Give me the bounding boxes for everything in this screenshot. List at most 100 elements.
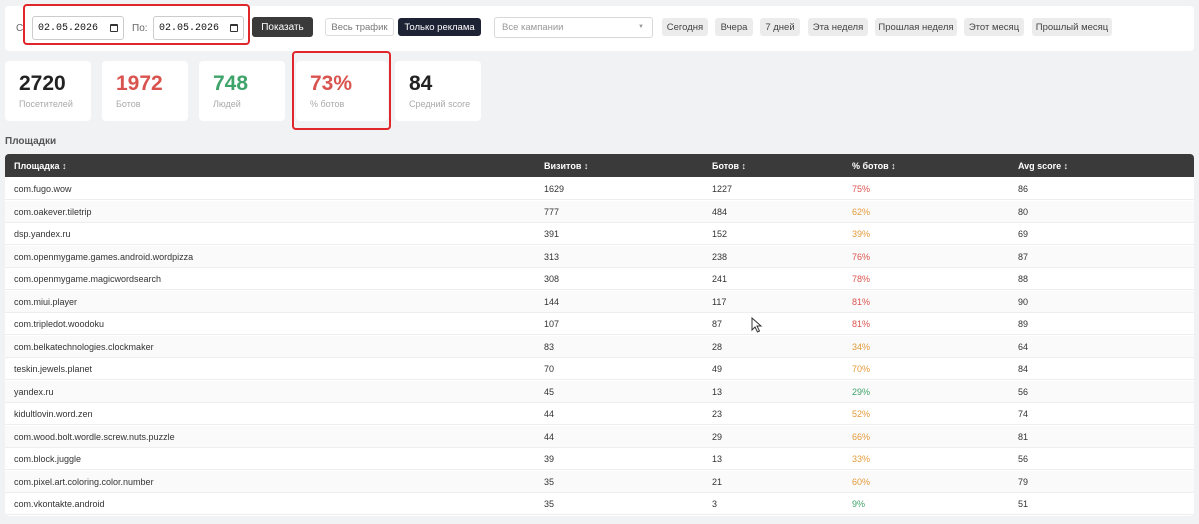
quick-today-button[interactable]: Сегодня: [662, 18, 708, 36]
from-label: С: [16, 23, 24, 34]
cell-bot-percent: 60%: [852, 476, 871, 487]
quick-this-week-button[interactable]: Эта неделя: [808, 18, 868, 36]
stat-card-humans: 748 Людей: [199, 61, 285, 121]
cell-site: dsp.yandex.ru: [14, 229, 71, 239]
stat-label: Посетителей: [19, 99, 73, 109]
from-date-value: 02.05.2026: [38, 22, 99, 34]
to-date-value: 02.05.2026: [159, 22, 220, 34]
stat-value: 84: [409, 72, 433, 95]
column-header-site[interactable]: Площадка ↕: [14, 161, 67, 171]
cell-avg-score: 56: [1018, 386, 1029, 397]
cell-bot-percent: 66%: [852, 431, 871, 442]
cell-bots: 23: [712, 409, 723, 419]
cell-site: yandex.ru: [14, 386, 54, 397]
cell-avg-score: 64: [1018, 341, 1029, 352]
stat-label: Людей: [213, 99, 241, 109]
stat-card-visitors: 2720 Посетителей: [5, 61, 91, 121]
quick-7days-button[interactable]: 7 дней: [760, 18, 800, 36]
calendar-icon[interactable]: [230, 24, 238, 32]
stat-card-bots: 1972 Ботов: [102, 61, 188, 121]
cell-site: com.belkatechnologies.clockmaker: [14, 341, 154, 352]
cell-bot-percent: 76%: [852, 251, 871, 262]
cell-visits: 35: [544, 476, 555, 487]
stat-value: 2720: [19, 72, 66, 95]
cell-site: com.block.juggle: [14, 454, 82, 464]
table-row[interactable]: com.fugo.wow 1629 1227 75% 86: [5, 178, 1194, 200]
cell-site: com.pixel.art.coloring.color.number: [14, 476, 154, 487]
cell-visits: 45: [544, 386, 555, 397]
quick-last-month-button[interactable]: Прошлый месяц: [1032, 18, 1112, 36]
cell-visits: 107: [544, 319, 560, 329]
cell-bot-percent: 81%: [852, 319, 871, 329]
table-row[interactable]: com.openmygame.games.android.wordpizza 31…: [5, 245, 1194, 268]
calendar-icon[interactable]: [110, 24, 118, 32]
cell-bots: 152: [712, 229, 728, 239]
cell-visits: 44: [544, 409, 555, 419]
cell-visits: 83: [544, 341, 555, 352]
campaign-select[interactable]: Все кампании ▼: [494, 17, 653, 38]
stat-card-bot-percent: 73% % ботов: [296, 61, 388, 121]
quick-last-week-button[interactable]: Прошлая неделя: [875, 18, 957, 36]
cell-avg-score: 69: [1018, 229, 1029, 239]
table-row[interactable]: com.tripledot.woodoku 107 87 81% 89: [5, 313, 1194, 335]
filter-toolbar: С 02.05.2026 По: 02.05.2026 Показать Вес…: [5, 6, 1194, 51]
table-row[interactable]: com.wood.bolt.wordle.screw.nuts.puzzle 44…: [5, 425, 1194, 448]
cell-avg-score: 86: [1018, 184, 1029, 194]
stat-label: Ботов: [116, 99, 141, 109]
cell-bots: 1227: [712, 184, 733, 194]
cell-visits: 70: [544, 364, 555, 374]
table-row[interactable]: com.vkontakte.android 35 3 9% 51: [5, 493, 1194, 515]
column-header-bots[interactable]: Ботов ↕: [712, 161, 746, 171]
cell-bot-percent: 75%: [852, 184, 871, 194]
table-header: Площадка ↕ Визитов ↕ Ботов ↕ % ботов ↕ A…: [5, 154, 1194, 177]
cell-visits: 39: [544, 454, 555, 464]
cell-bot-percent: 70%: [852, 364, 871, 374]
cell-avg-score: 56: [1018, 454, 1029, 464]
cell-avg-score: 74: [1018, 409, 1029, 419]
table-row[interactable]: kidultlovin.word.zen 44 23 52% 74: [5, 403, 1194, 425]
placements-table: Площадка ↕ Визитов ↕ Ботов ↕ % ботов ↕ A…: [5, 154, 1194, 516]
cell-site: com.vkontakte.android: [14, 499, 105, 509]
table-row[interactable]: com.miui.player 144 117 81% 90: [5, 290, 1194, 313]
table-row[interactable]: com.belkatechnologies.clockmaker 83 28 34% 6…: [5, 335, 1194, 358]
show-button[interactable]: Показать: [252, 17, 313, 37]
column-header-bot-percent[interactable]: % ботов ↕: [852, 161, 896, 171]
table-row[interactable]: teskin.jewels.planet 70 49 70% 84: [5, 358, 1194, 380]
section-title: Площадки: [5, 136, 57, 147]
table-row[interactable]: com.block.juggle 39 13 33% 56: [5, 448, 1194, 470]
cell-bots: 13: [712, 454, 723, 464]
cell-site: com.tripledot.woodoku: [14, 319, 105, 329]
cell-bots: 87: [712, 319, 723, 329]
cell-avg-score: 90: [1018, 296, 1029, 307]
cell-avg-score: 80: [1018, 206, 1029, 217]
table-row[interactable]: yandex.ru 45 13 29% 56: [5, 380, 1194, 403]
cell-visits: 308: [544, 274, 560, 284]
stat-value: 748: [213, 72, 249, 95]
cell-bots: 49: [712, 364, 723, 374]
cell-avg-score: 84: [1018, 364, 1029, 374]
stat-card-avg-score: 84 Средний score: [395, 61, 481, 121]
cell-avg-score: 81: [1018, 431, 1029, 442]
from-date-input[interactable]: 02.05.2026: [32, 16, 124, 40]
to-label: По:: [132, 23, 148, 34]
cell-bots: 238: [712, 251, 728, 262]
stat-label: % ботов: [310, 99, 345, 109]
table-row[interactable]: com.oakever.tiletrip 777 484 62% 80: [5, 200, 1194, 223]
cell-bot-percent: 52%: [852, 409, 871, 419]
table-row[interactable]: com.pixel.art.coloring.color.number 35 21 6…: [5, 470, 1194, 493]
column-header-avg-score[interactable]: Avg score ↕: [1018, 161, 1068, 171]
table-row[interactable]: com.openmygame.magicwordsearch 308 241 78% 8…: [5, 268, 1194, 290]
campaign-select-value: Все кампании: [502, 22, 564, 33]
to-date-input[interactable]: 02.05.2026: [153, 16, 244, 40]
quick-this-month-button[interactable]: Этот месяц: [964, 18, 1024, 36]
quick-yesterday-button[interactable]: Вчера: [715, 18, 753, 36]
table-row[interactable]: dsp.yandex.ru 391 152 39% 69: [5, 223, 1194, 245]
ads-only-toggle[interactable]: Только реклама: [398, 18, 481, 36]
stat-value: 73%: [310, 72, 353, 95]
column-header-visits[interactable]: Визитов ↕: [544, 161, 588, 171]
cell-bots: 21: [712, 476, 723, 487]
cell-bot-percent: 33%: [852, 454, 871, 464]
cell-bots: 13: [712, 386, 723, 397]
all-traffic-toggle[interactable]: Весь трафик: [325, 18, 394, 36]
cell-site: com.oakever.tiletrip: [14, 206, 92, 217]
